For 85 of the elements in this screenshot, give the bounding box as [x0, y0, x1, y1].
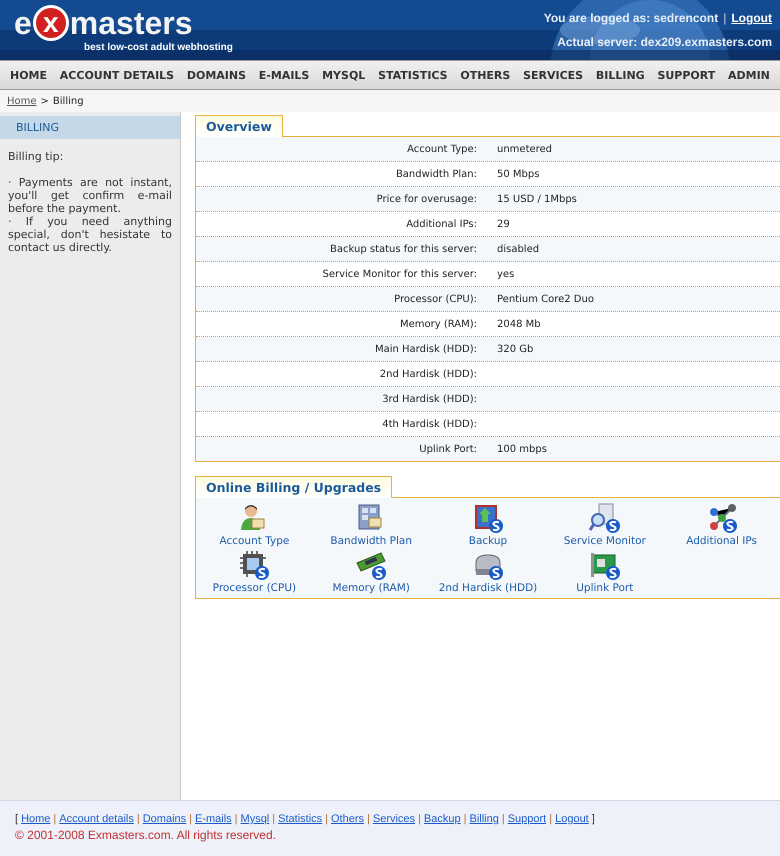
breadcrumb-current: Billing: [52, 96, 84, 106]
upgrade-link[interactable]: Bandwidth Plan: [330, 535, 412, 547]
bracket-text: ]: [592, 813, 595, 825]
nav-item[interactable]: ACCOUNT DETAILS: [60, 68, 174, 82]
footer-link[interactable]: Others: [331, 813, 364, 825]
field-value: 29: [497, 218, 510, 230]
breadcrumb-separator: >: [40, 96, 49, 106]
nav-item[interactable]: MYSQL: [322, 68, 366, 82]
field-label: Account Type:: [406, 144, 477, 154]
logo-text: e: [14, 6, 32, 40]
login-status: You are logged as: sedrencont: [544, 11, 718, 25]
upgrade-link[interactable]: Processor (CPU): [212, 582, 296, 594]
footer-link[interactable]: Billing: [469, 813, 499, 825]
field-label: Bandwidth Plan:: [394, 168, 477, 180]
logo-text: masters: [70, 6, 193, 40]
field-label: 2nd Hardisk (HDD):: [378, 368, 477, 380]
field-label: Main Hardisk (HDD):: [374, 344, 477, 354]
nav-item[interactable]: BILLING: [596, 68, 645, 82]
separator-text: |: [464, 813, 466, 825]
field-value: 15 USD / 1Mbps: [497, 194, 577, 204]
footer-link[interactable]: E-mails: [195, 813, 232, 825]
separator-text: |: [189, 813, 192, 825]
separator-text: |: [234, 813, 238, 825]
field-label: Additional IPs:: [405, 218, 477, 230]
upgrade-link[interactable]: Uplink Port: [576, 582, 634, 594]
separator-text: |: [418, 813, 421, 825]
separator-text: |: [136, 813, 140, 825]
nav-item[interactable]: SERVICES: [523, 68, 584, 82]
copyright-text: © 2001-2008 Exmasters.com. All rights reserved.: [15, 828, 277, 842]
upgrade-link[interactable]: Additional IPs: [686, 535, 757, 547]
footer-link[interactable]: Mysql: [240, 813, 270, 825]
field-label: Price for overusage:: [376, 194, 477, 204]
separator-text: |: [502, 813, 505, 825]
logout-link[interactable]: Logout: [731, 11, 772, 25]
upgrade-link[interactable]: Account Type: [219, 535, 290, 547]
separator-text: |: [53, 813, 56, 825]
separator-text: |: [723, 11, 726, 25]
footer-link[interactable]: Home: [21, 813, 50, 825]
field-label: 4th Hardisk (HDD):: [381, 418, 477, 430]
footer-link[interactable]: Services: [372, 813, 416, 825]
sidebar-title: BILLING: [0, 116, 180, 139]
server-search-icon[interactable]: [588, 502, 621, 534]
field-label: 3rd Hardisk (HDD):: [381, 394, 477, 404]
footer-link[interactable]: Logout: [555, 813, 589, 825]
bracket-text: [: [15, 813, 18, 825]
field-value: unmetered: [497, 144, 552, 154]
field-value: yes: [497, 268, 514, 280]
tip-title: Billing tip:: [8, 150, 64, 163]
separator-text: |: [272, 813, 276, 825]
field-label: Backup status for this server:: [329, 244, 477, 254]
tip-text: · If you need anything special, don't hesistate to contact us directly.: [8, 215, 172, 254]
footer-link[interactable]: Account details: [59, 813, 134, 825]
separator-text: |: [325, 813, 328, 825]
upgrade-link[interactable]: 2nd Hardisk (HDD): [438, 582, 538, 594]
nav-item[interactable]: SUPPORT: [657, 68, 716, 82]
tip-text: · Payments are not instant, you'll get confirm e-mail before the payment.: [8, 176, 172, 215]
footer-link[interactable]: Statistics: [278, 813, 322, 825]
field-value: Pentium Core2 Duo: [497, 294, 594, 304]
field-label: Uplink Port:: [418, 444, 477, 454]
chip-money-icon[interactable]: [238, 549, 270, 581]
nav-item[interactable]: HOME: [10, 68, 48, 82]
separator-text: |: [549, 813, 552, 825]
breadcrumb-link[interactable]: Home: [7, 96, 37, 106]
footer-link[interactable]: Support: [508, 813, 546, 825]
server-name: Actual server: dex209.exmasters.com: [557, 35, 772, 49]
nav-item[interactable]: DOMAINS: [186, 68, 246, 82]
nav-item[interactable]: E-MAILS: [258, 68, 310, 82]
separator-text: |: [367, 813, 370, 825]
field-value: 2048 Mb: [497, 318, 541, 330]
nav-item[interactable]: STATISTICS: [378, 68, 448, 82]
nav-item[interactable]: OTHERS: [460, 68, 510, 82]
field-value: 50 Mbps: [497, 168, 540, 180]
field-label: Memory (RAM):: [398, 318, 477, 330]
upgrade-link[interactable]: Backup: [468, 535, 508, 547]
nav-item[interactable]: ADMIN: [728, 68, 770, 82]
field-label: Service Monitor for this server:: [321, 268, 477, 280]
field-label: Processor (CPU):: [393, 294, 477, 304]
upgrade-link[interactable]: Service Monitor: [564, 535, 646, 547]
logo-tagline: best low-cost adult webhosting: [84, 42, 233, 53]
field-value: 100 mbps: [497, 444, 547, 454]
field-value: disabled: [497, 244, 540, 254]
footer-link[interactable]: Domains: [142, 813, 186, 825]
field-value: 320 Gb: [497, 344, 534, 354]
upgrade-link[interactable]: Memory (RAM): [332, 582, 410, 594]
footer-link[interactable]: Backup: [424, 813, 461, 825]
